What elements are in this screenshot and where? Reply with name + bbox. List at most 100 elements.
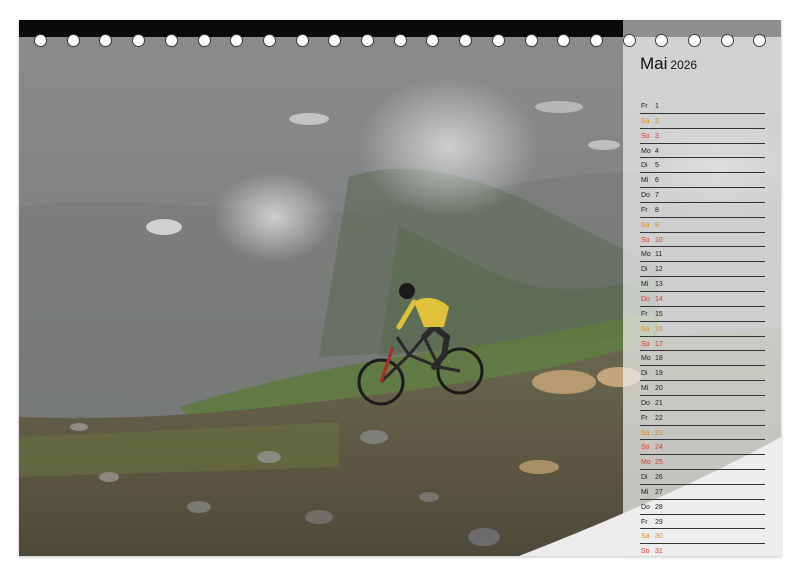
weekday-label: Mo (641, 459, 651, 467)
binding-ring (230, 34, 244, 47)
day-row: So 17 (640, 337, 765, 352)
day-number: 24 (655, 444, 663, 452)
weekday-label: Sa (641, 533, 650, 541)
day-number: 30 (655, 533, 663, 541)
binding-ring (66, 34, 80, 47)
weekday-label: Di (641, 370, 648, 378)
binding-ring (557, 34, 571, 47)
day-row: Mi 20 (640, 381, 765, 396)
day-number: 26 (655, 474, 663, 482)
day-row: So 3 (640, 129, 765, 144)
day-row: Di 19 (640, 366, 765, 382)
day-row: Do 7 (640, 188, 765, 203)
day-row: Do 14 (640, 292, 765, 307)
day-number: 14 (655, 295, 663, 303)
day-row: Sa 2 (640, 114, 765, 129)
day-row: Di 26 (640, 470, 765, 485)
day-row: Mi 6 (640, 173, 765, 189)
day-number: 21 (655, 399, 663, 407)
weekday-label: Sa (641, 429, 650, 437)
day-row: Fr 29 (640, 515, 765, 530)
binding-ring (361, 34, 374, 47)
day-number: 29 (655, 518, 663, 526)
binding-ring (262, 34, 276, 47)
weekday-label: So (641, 236, 650, 244)
weekday-label: So (641, 340, 650, 348)
day-number: 6 (655, 177, 659, 185)
day-number: 18 (655, 355, 663, 363)
day-row: Mo 18 (640, 351, 765, 367)
weekday-label: Fr (641, 103, 648, 110)
day-row: Fr 15 (640, 307, 765, 322)
day-number: 3 (655, 132, 659, 140)
weekday-label: Fr (641, 310, 648, 318)
day-row: Mo 25 (640, 455, 765, 471)
day-row: So 24 (640, 440, 765, 456)
day-row: Di 5 (640, 158, 765, 174)
day-number: 20 (655, 385, 663, 393)
weekday-label: Sa (641, 325, 650, 333)
weekday-label: Sa (641, 117, 650, 125)
day-number: 8 (655, 206, 659, 214)
weekday-label: Di (641, 266, 648, 274)
binding-ring (328, 34, 342, 47)
day-number: 13 (655, 281, 663, 289)
binding-ring (132, 34, 146, 47)
day-number: 22 (655, 414, 663, 422)
day-number: 9 (655, 221, 659, 229)
binding-ring (688, 34, 701, 47)
binding-ring (34, 34, 47, 47)
binding-ring (622, 34, 636, 47)
binding-ring (524, 34, 538, 47)
day-number: 1 (655, 103, 659, 110)
weekday-label: Mo (641, 251, 651, 259)
day-row: Fr 1 (640, 99, 765, 114)
day-number: 7 (655, 192, 659, 200)
weekday-label: Di (641, 474, 648, 482)
day-row: So 31 (640, 544, 765, 556)
day-row: Do 21 (640, 396, 765, 411)
weekday-label: So (641, 132, 650, 140)
day-number: 28 (655, 503, 663, 511)
day-number: 25 (655, 459, 663, 467)
day-row: Sa 23 (640, 426, 765, 441)
day-number: 19 (655, 370, 663, 378)
day-number: 16 (655, 325, 663, 333)
weekday-label: Do (641, 192, 650, 200)
weekday-label: Mo (641, 355, 651, 363)
weekday-label: Sa (641, 221, 650, 229)
binding-ring (720, 34, 734, 47)
day-row: Fr 22 (640, 411, 765, 426)
binding-ring (99, 34, 113, 47)
month-title: Mai 2026 (640, 54, 697, 74)
binding-ring (295, 34, 309, 47)
day-number: 31 (655, 548, 663, 556)
day-number: 17 (655, 340, 663, 348)
day-number: 10 (655, 236, 663, 244)
binding-ring (197, 34, 211, 47)
year: 2026 (670, 58, 698, 72)
weekday-label: Do (641, 399, 650, 407)
weekday-label: Fr (641, 518, 648, 526)
day-row: Mi 27 (640, 485, 765, 500)
day-row: Di 12 (640, 262, 765, 278)
weekday-label: Di (641, 162, 648, 170)
weekday-label: Fr (641, 414, 648, 422)
binding-ring (753, 34, 767, 47)
day-number: 11 (655, 251, 663, 259)
weekday-label: Mi (641, 385, 649, 393)
day-row: Mi 13 (640, 277, 765, 292)
weekday-label: Mi (641, 281, 649, 289)
binding-ring (491, 34, 505, 47)
weekday-label: Do (641, 295, 650, 303)
day-row: Mo 4 (640, 144, 765, 159)
day-row: Sa 16 (640, 322, 765, 337)
binding-ring (655, 34, 669, 47)
day-number: 12 (655, 266, 663, 274)
day-row: Do 28 (640, 500, 765, 515)
day-number: 2 (655, 117, 659, 125)
binding-ring (426, 34, 440, 47)
month-name: Mai (640, 54, 668, 73)
day-number: 4 (655, 147, 659, 155)
weekday-label: Mi (641, 488, 649, 496)
